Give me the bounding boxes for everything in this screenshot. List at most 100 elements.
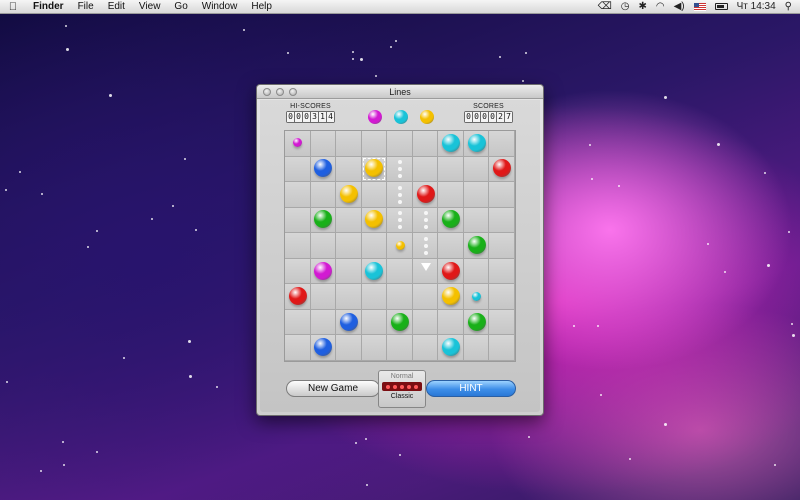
- board-cell[interactable]: [336, 258, 362, 285]
- board-cell[interactable]: [489, 131, 515, 157]
- mode-selector[interactable]: Normal Classic: [378, 370, 426, 408]
- menu-go[interactable]: Go: [167, 0, 194, 14]
- board-cell[interactable]: [310, 284, 337, 310]
- menu-file[interactable]: File: [71, 0, 101, 14]
- board-cell[interactable]: [361, 284, 388, 310]
- board-cell[interactable]: [285, 182, 311, 208]
- board-cell[interactable]: [336, 156, 362, 183]
- game-board[interactable]: [284, 130, 516, 362]
- board-cell[interactable]: [489, 309, 515, 336]
- mode-normal-label[interactable]: Normal: [379, 371, 425, 382]
- menu-app-finder[interactable]: Finder: [26, 0, 71, 14]
- board-cell[interactable]: [463, 335, 490, 361]
- menu-help[interactable]: Help: [244, 0, 279, 14]
- menu-view[interactable]: View: [132, 0, 168, 14]
- star: [360, 58, 363, 61]
- cyan-ball[interactable]: [442, 133, 461, 152]
- board-cell[interactable]: [387, 258, 413, 285]
- board-cell[interactable]: [438, 309, 464, 336]
- menu-edit[interactable]: Edit: [101, 0, 132, 14]
- close-button[interactable]: [263, 88, 271, 96]
- board-cell[interactable]: [463, 156, 490, 183]
- board-cell[interactable]: [489, 233, 515, 259]
- board-cell[interactable]: [489, 258, 515, 285]
- board-cell[interactable]: [336, 284, 362, 310]
- apple-menu-icon[interactable]: : [0, 1, 26, 13]
- board-cell[interactable]: [463, 182, 490, 208]
- board-cell[interactable]: [285, 156, 311, 183]
- yellow-ball[interactable]: [395, 240, 405, 250]
- board-cell[interactable]: [489, 182, 515, 208]
- board-cell[interactable]: [489, 335, 515, 361]
- cyan-ball[interactable]: [365, 261, 384, 280]
- volume-icon[interactable]: ◀): [674, 1, 685, 12]
- hint-button[interactable]: HINT: [426, 380, 516, 397]
- spotlight-icon[interactable]: ⚲: [785, 1, 792, 12]
- board-cell[interactable]: [336, 233, 362, 259]
- blue-ball[interactable]: [339, 312, 358, 331]
- clock-icon[interactable]: ◷: [621, 1, 630, 12]
- magenta-ball[interactable]: [314, 261, 333, 280]
- board-cell[interactable]: [361, 131, 388, 157]
- green-ball[interactable]: [391, 312, 409, 331]
- board-cell[interactable]: [387, 284, 413, 310]
- score-digit: 0: [465, 112, 472, 122]
- board-cell[interactable]: [463, 207, 490, 234]
- board-cell[interactable]: [412, 156, 439, 183]
- mode-indicator: [382, 382, 422, 391]
- board-cell[interactable]: [285, 335, 311, 361]
- window-titlebar[interactable]: Lines: [257, 85, 543, 99]
- minimize-button[interactable]: [276, 88, 284, 96]
- menu-window[interactable]: Window: [195, 0, 245, 14]
- green-ball[interactable]: [467, 312, 486, 331]
- board-cell[interactable]: [310, 309, 337, 336]
- red-ball[interactable]: [288, 287, 307, 306]
- flag-icon[interactable]: [693, 2, 706, 11]
- board-cell[interactable]: [310, 233, 337, 259]
- mode-classic-label[interactable]: Classic: [379, 391, 425, 403]
- board-cell[interactable]: [285, 258, 311, 285]
- board-cell[interactable]: [310, 131, 337, 157]
- board-cell[interactable]: [438, 182, 464, 208]
- wifi-icon[interactable]: ◠: [656, 1, 665, 12]
- score-digit: 0: [489, 112, 496, 122]
- board-cell[interactable]: [387, 131, 413, 157]
- board-cell[interactable]: [489, 207, 515, 234]
- menubar-clock[interactable]: Чт 14:34: [737, 1, 776, 12]
- board-cell[interactable]: [361, 182, 388, 208]
- star: [664, 96, 667, 99]
- board-cell[interactable]: [361, 335, 388, 361]
- bluetooth-icon[interactable]: ✱: [638, 1, 646, 12]
- board-cell[interactable]: [285, 309, 311, 336]
- board-cell[interactable]: [336, 335, 362, 361]
- board-cell[interactable]: [438, 156, 464, 183]
- backspace-icon[interactable]: ⌫: [598, 1, 612, 12]
- red-ball[interactable]: [416, 184, 435, 203]
- board-cell[interactable]: [310, 182, 337, 208]
- red-ball[interactable]: [442, 261, 461, 280]
- board-cell[interactable]: [489, 284, 515, 310]
- board-cell[interactable]: [387, 335, 413, 361]
- board-cell[interactable]: [336, 131, 362, 157]
- battery-icon[interactable]: [714, 3, 728, 10]
- green-ball[interactable]: [467, 236, 486, 254]
- cyan-ball[interactable]: [467, 133, 486, 152]
- board-cell[interactable]: [412, 309, 439, 336]
- hi-score-digit: 4: [327, 112, 334, 122]
- board-cell[interactable]: [285, 207, 311, 234]
- board-cell[interactable]: [336, 207, 362, 234]
- board-cell[interactable]: [412, 131, 439, 157]
- yellow-ball[interactable]: [339, 184, 358, 203]
- board-cell[interactable]: [438, 233, 464, 259]
- new-game-button[interactable]: New Game: [286, 380, 380, 397]
- board-cell[interactable]: [361, 233, 388, 259]
- board-cell[interactable]: [361, 309, 388, 336]
- board-cell[interactable]: [463, 258, 490, 285]
- hi-score-digit: 0: [287, 112, 294, 122]
- board-cell[interactable]: [285, 233, 311, 259]
- board-cell[interactable]: [412, 284, 439, 310]
- star: [19, 171, 21, 173]
- board-cell[interactable]: [412, 335, 439, 361]
- cyan-ball[interactable]: [472, 291, 482, 301]
- zoom-button[interactable]: [289, 88, 297, 96]
